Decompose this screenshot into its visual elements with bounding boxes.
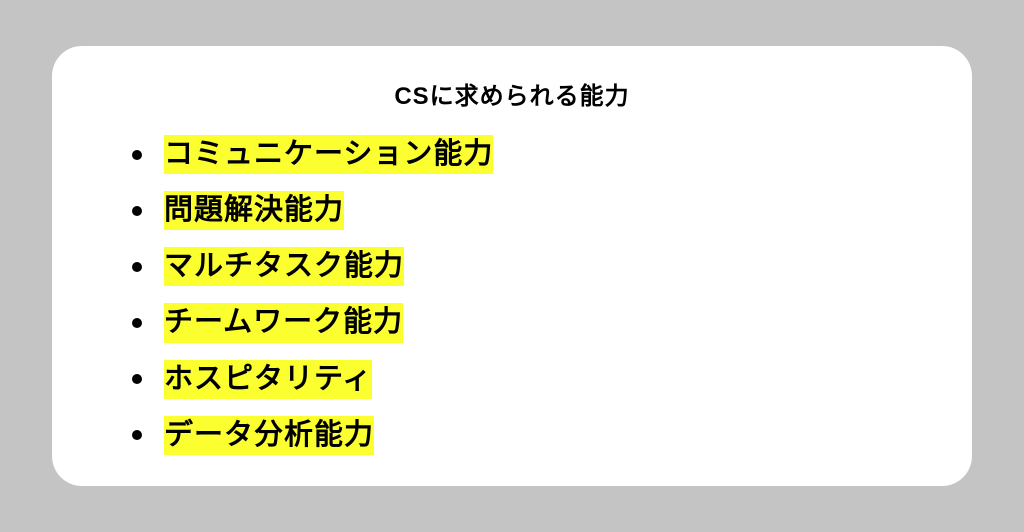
bullet-icon — [132, 430, 142, 440]
list-item: ホスピタリティ — [112, 360, 912, 399]
list-item: マルチタスク能力 — [112, 247, 912, 286]
bullet-icon — [132, 262, 142, 272]
bullet-icon — [132, 150, 142, 160]
card-title: CSに求められる能力 — [112, 76, 912, 111]
skills-list: コミュニケーション能力 問題解決能力 マルチタスク能力 チームワーク能力 ホスピ… — [112, 135, 912, 455]
skill-label: データ分析能力 — [164, 416, 374, 455]
list-item: データ分析能力 — [112, 416, 912, 455]
skill-label: ホスピタリティ — [164, 360, 372, 399]
skill-label: マルチタスク能力 — [164, 247, 404, 286]
skill-label: コミュニケーション能力 — [164, 135, 493, 174]
skill-label: チームワーク能力 — [164, 303, 403, 342]
list-item: 問題解決能力 — [112, 191, 912, 230]
list-item: チームワーク能力 — [112, 303, 912, 342]
skill-label: 問題解決能力 — [164, 191, 344, 230]
skills-card: CSに求められる能力 コミュニケーション能力 問題解決能力 マルチタスク能力 チ… — [52, 46, 972, 486]
bullet-icon — [132, 318, 142, 328]
bullet-icon — [132, 206, 142, 216]
bullet-icon — [132, 374, 142, 384]
list-item: コミュニケーション能力 — [112, 135, 912, 174]
